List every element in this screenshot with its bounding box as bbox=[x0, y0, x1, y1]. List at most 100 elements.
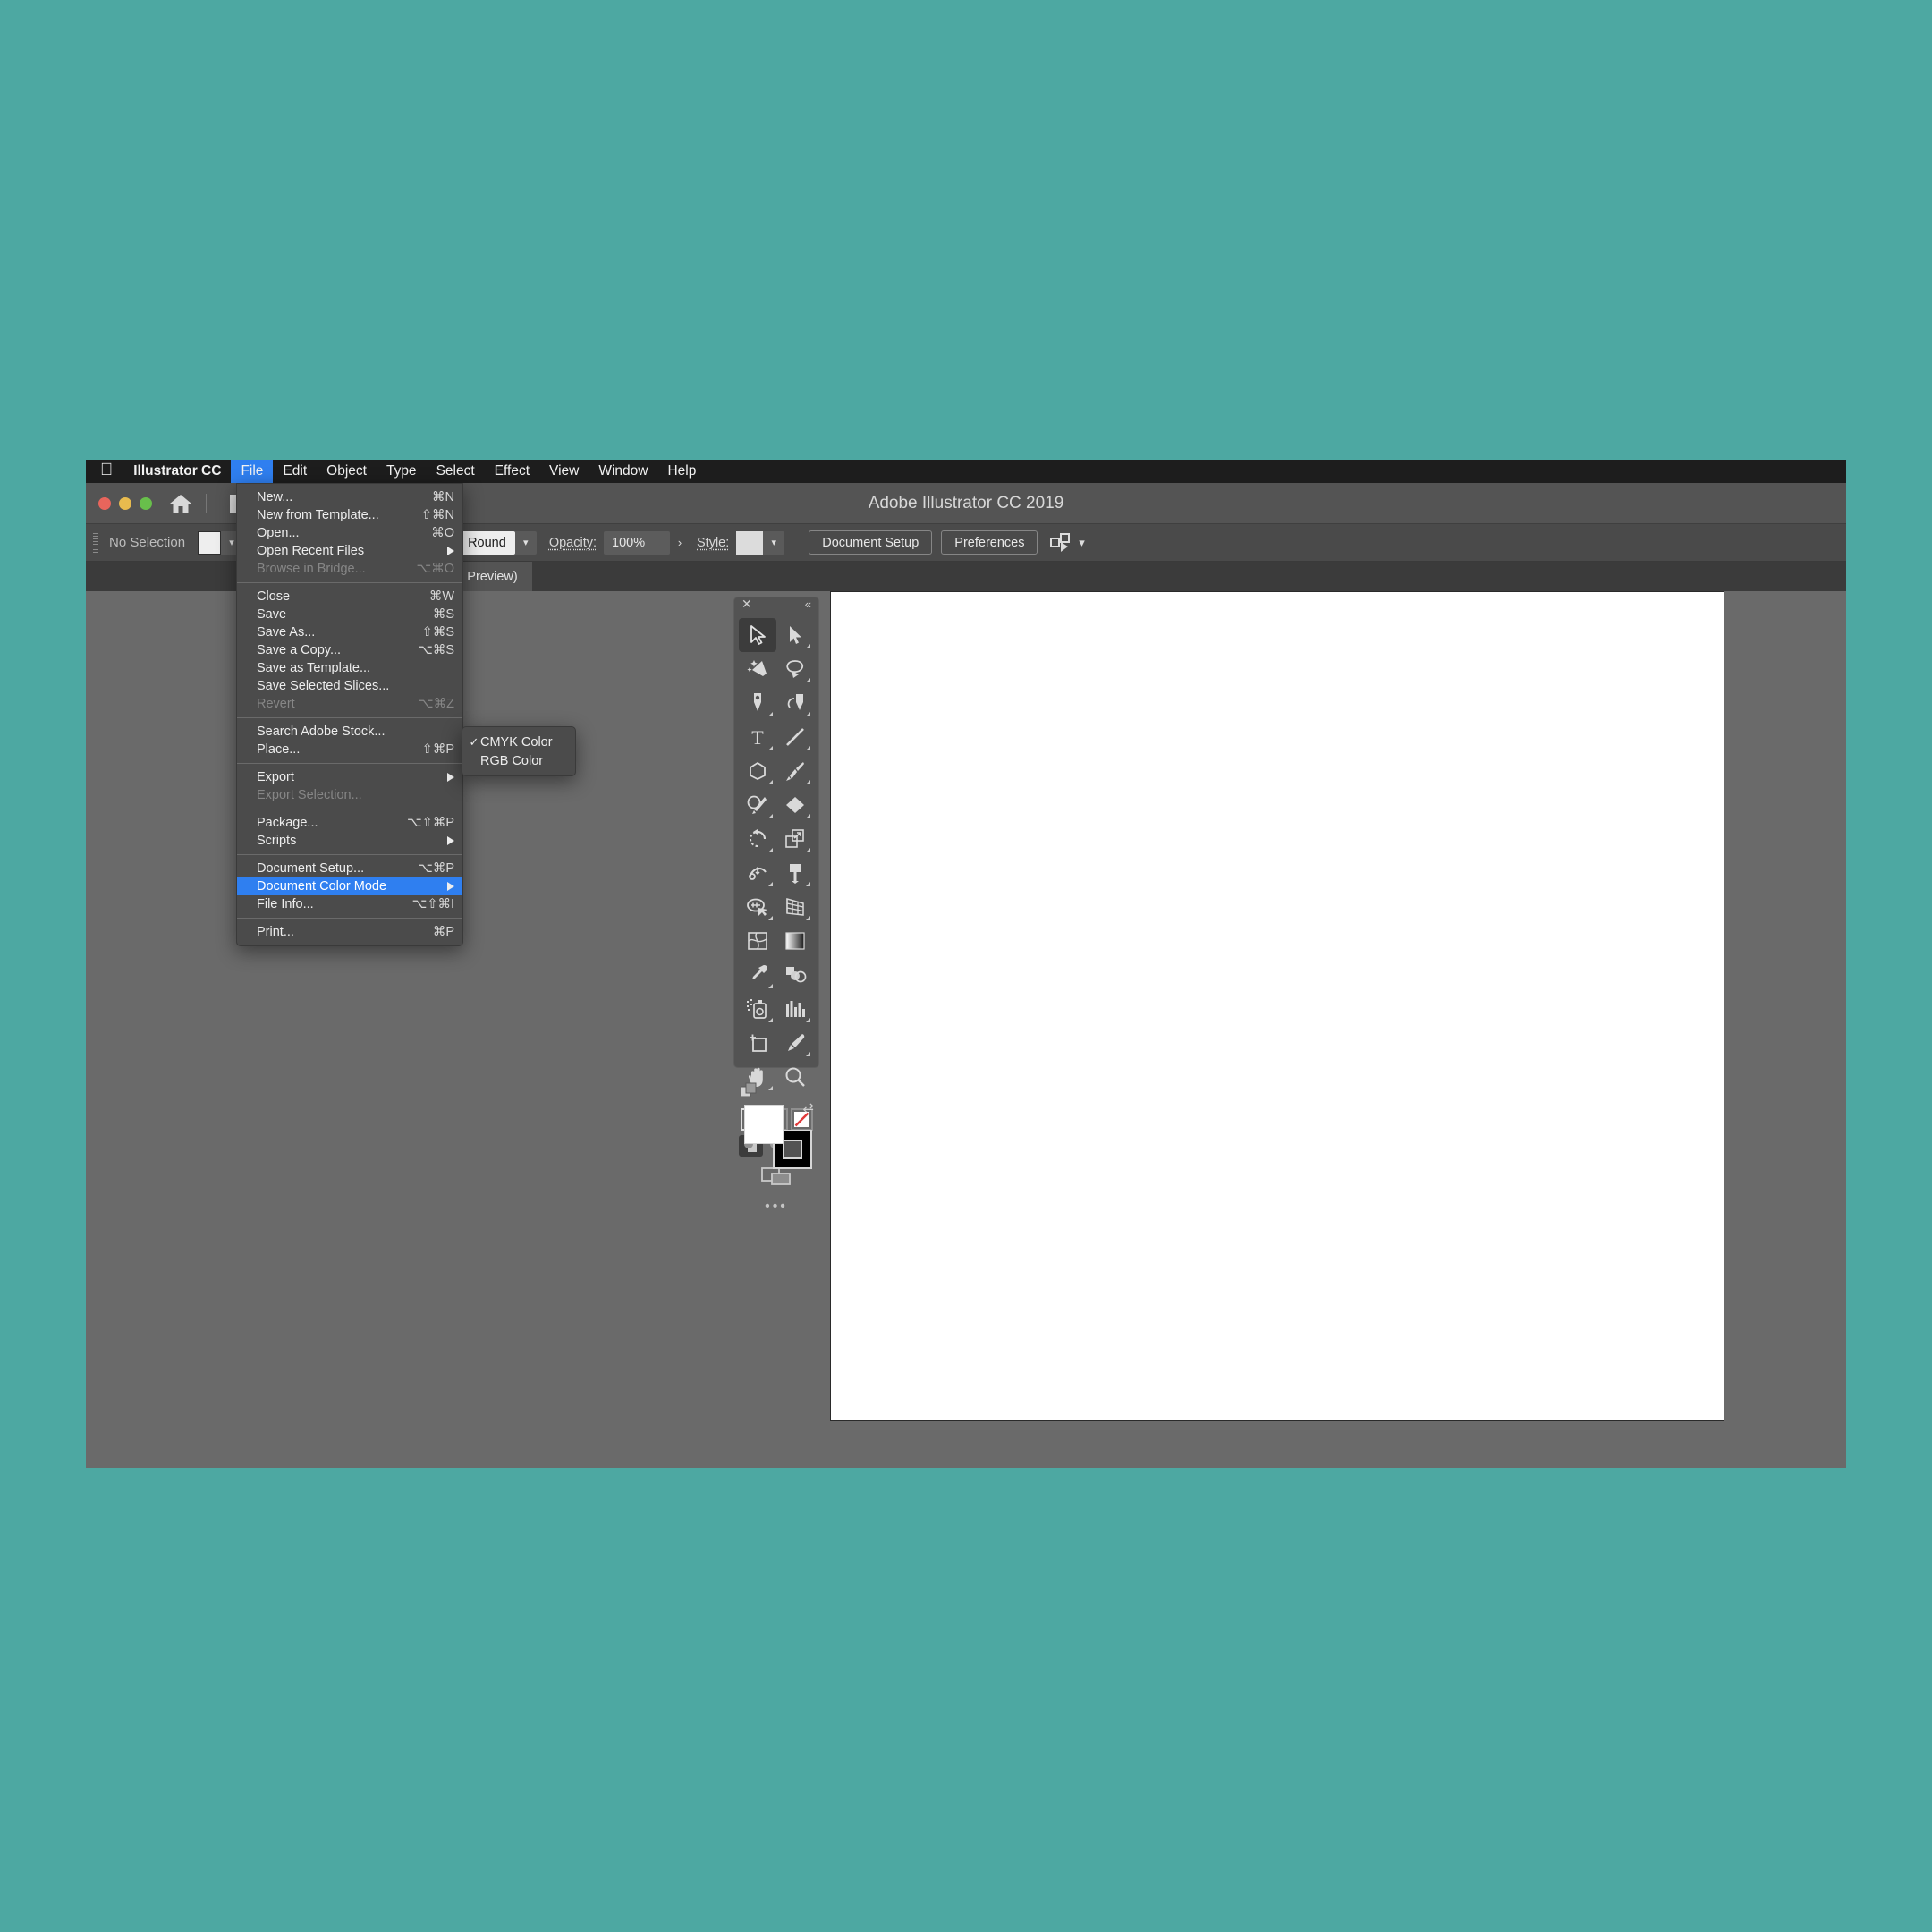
opacity-input[interactable]: 100% bbox=[604, 530, 670, 555]
width-tool[interactable] bbox=[739, 856, 776, 890]
minimize-window-button[interactable] bbox=[119, 496, 131, 510]
selection-tool[interactable] bbox=[739, 618, 776, 652]
fill-color-swatch[interactable] bbox=[744, 1105, 784, 1144]
select-similar-objects-icon[interactable] bbox=[1050, 532, 1072, 553]
pen-tool[interactable] bbox=[739, 686, 776, 720]
shape-tool[interactable] bbox=[739, 754, 776, 788]
eyedropper-tool[interactable] bbox=[739, 958, 776, 992]
menu-item-document-color-mode[interactable]: Document Color Mode bbox=[237, 877, 462, 895]
scale-tool[interactable] bbox=[776, 822, 814, 856]
submenu-arrow-icon bbox=[447, 882, 454, 891]
flyout-indicator-icon bbox=[806, 712, 810, 716]
fill-color-swatch[interactable] bbox=[198, 530, 222, 555]
menu-item-export[interactable]: Export bbox=[237, 768, 462, 786]
more-tools-icon[interactable]: ••• bbox=[765, 1199, 788, 1215]
menu-separator bbox=[237, 717, 462, 718]
menu-item-place[interactable]: Place... ⇧⌘P bbox=[237, 741, 462, 758]
home-icon[interactable] bbox=[161, 488, 200, 519]
menu-item-document-setup[interactable]: Document Setup... ⌥⌘P bbox=[237, 860, 462, 877]
artboard-tool[interactable] bbox=[739, 1026, 776, 1060]
preferences-button[interactable]: Preferences bbox=[941, 530, 1038, 555]
tools-panel: ✕ « T ⇄ ••• bbox=[733, 597, 819, 1214]
menu-edit[interactable]: Edit bbox=[273, 460, 317, 483]
magic-wand-tool[interactable] bbox=[739, 652, 776, 686]
curvature-tool[interactable] bbox=[776, 686, 814, 720]
menu-item-save-as-template[interactable]: Save as Template... bbox=[237, 659, 462, 677]
swap-fill-stroke-icon[interactable]: ⇄ bbox=[802, 1099, 814, 1115]
menubar-app-name[interactable]: Illustrator CC bbox=[123, 460, 231, 483]
column-graph-tool[interactable] bbox=[776, 992, 814, 1026]
flyout-indicator-icon bbox=[768, 1018, 773, 1022]
close-icon[interactable]: ✕ bbox=[741, 597, 752, 610]
zoom-tool[interactable] bbox=[776, 1060, 814, 1094]
menu-file[interactable]: File bbox=[231, 460, 274, 483]
select-similar-dropdown-icon[interactable]: ▾ bbox=[1072, 531, 1091, 555]
lasso-tool[interactable] bbox=[776, 652, 814, 686]
selection-status: No Selection bbox=[109, 535, 186, 550]
zoom-window-button[interactable] bbox=[140, 496, 152, 510]
control-bar-grip[interactable] bbox=[93, 532, 98, 553]
menu-bar:  Illustrator CC File Edit Object Type S… bbox=[86, 460, 1846, 483]
svg-text:T: T bbox=[751, 727, 764, 747]
perspective-grid-tool[interactable] bbox=[776, 890, 814, 924]
free-transform-tool[interactable] bbox=[776, 856, 814, 890]
type-tool[interactable]: T bbox=[739, 720, 776, 754]
eraser-tool[interactable] bbox=[776, 788, 814, 822]
menu-item-close[interactable]: Close ⌘W bbox=[237, 588, 462, 606]
menu-item-new[interactable]: New... ⌘N bbox=[237, 488, 462, 506]
flyout-indicator-icon bbox=[806, 644, 810, 648]
menu-item-save-as[interactable]: Save As... ⇧⌘S bbox=[237, 623, 462, 641]
menu-select[interactable]: Select bbox=[427, 460, 485, 483]
menu-item-new-from-template[interactable]: New from Template... ⇧⌘N bbox=[237, 506, 462, 524]
default-fill-stroke-icon[interactable] bbox=[740, 1082, 757, 1103]
line-segment-tool[interactable] bbox=[776, 720, 814, 754]
menu-help[interactable]: Help bbox=[657, 460, 706, 483]
menu-item-package[interactable]: Package... ⌥⇧⌘P bbox=[237, 814, 462, 832]
symbol-sprayer-tool[interactable] bbox=[739, 992, 776, 1026]
apple-logo-icon[interactable]:  bbox=[95, 462, 123, 481]
gradient-tool[interactable] bbox=[776, 924, 814, 958]
graphic-style-swatch[interactable] bbox=[736, 530, 764, 555]
paintbrush-tool[interactable] bbox=[776, 754, 814, 788]
flyout-indicator-icon bbox=[768, 984, 773, 988]
shape-builder-tool[interactable] bbox=[739, 890, 776, 924]
menu-object[interactable]: Object bbox=[317, 460, 377, 483]
flyout-indicator-icon bbox=[806, 882, 810, 886]
opacity-options-icon[interactable]: › bbox=[670, 531, 690, 555]
menu-item-open-recent-files[interactable]: Open Recent Files bbox=[237, 542, 462, 560]
mesh-tool[interactable] bbox=[739, 924, 776, 958]
menu-view[interactable]: View bbox=[539, 460, 589, 483]
menu-window[interactable]: Window bbox=[589, 460, 657, 483]
rotate-tool[interactable] bbox=[739, 822, 776, 856]
blend-tool[interactable] bbox=[776, 958, 814, 992]
direct-selection-tool[interactable] bbox=[776, 618, 814, 652]
menu-item-save-a-copy[interactable]: Save a Copy... ⌥⌘S bbox=[237, 641, 462, 659]
submenu-arrow-icon bbox=[447, 547, 454, 555]
menu-item-search-adobe-stock[interactable]: Search Adobe Stock... bbox=[237, 723, 462, 741]
submenu-item-cmyk-color[interactable]: ✓ CMYK Color bbox=[462, 733, 575, 751]
menu-item-export-selection: Export Selection... bbox=[257, 788, 362, 802]
menu-item-scripts[interactable]: Scripts bbox=[237, 832, 462, 850]
document-setup-button[interactable]: Document Setup bbox=[809, 530, 933, 555]
menu-item-save[interactable]: Save ⌘S bbox=[237, 606, 462, 623]
menu-type[interactable]: Type bbox=[377, 460, 427, 483]
menu-item-save-selected-slices[interactable]: Save Selected Slices... bbox=[237, 677, 462, 695]
close-window-button[interactable] bbox=[98, 496, 111, 510]
menu-item-file-info[interactable]: File Info... ⌥⇧⌘I bbox=[237, 895, 462, 913]
menu-item-print[interactable]: Print... ⌘P bbox=[237, 923, 462, 941]
slice-tool[interactable] bbox=[776, 1026, 814, 1060]
artboard[interactable] bbox=[830, 591, 1724, 1421]
collapse-panel-icon[interactable]: « bbox=[805, 598, 811, 610]
flyout-indicator-icon bbox=[806, 678, 810, 682]
submenu-item-rgb-color[interactable]: RGB Color bbox=[462, 751, 575, 770]
flyout-indicator-icon bbox=[768, 746, 773, 750]
menu-effect[interactable]: Effect bbox=[485, 460, 539, 483]
change-screen-mode-icon[interactable] bbox=[761, 1165, 792, 1191]
brush-definition-dropdown-icon[interactable]: ▾ bbox=[514, 530, 537, 555]
shaper-tool[interactable] bbox=[739, 788, 776, 822]
checkmark-icon: ✓ bbox=[469, 734, 479, 749]
illustrator-window:  Illustrator CC File Edit Object Type S… bbox=[86, 460, 1846, 1468]
flyout-indicator-icon bbox=[806, 814, 810, 818]
menu-item-open[interactable]: Open... ⌘O bbox=[237, 524, 462, 542]
graphic-style-dropdown-icon[interactable]: ▾ bbox=[763, 530, 785, 555]
